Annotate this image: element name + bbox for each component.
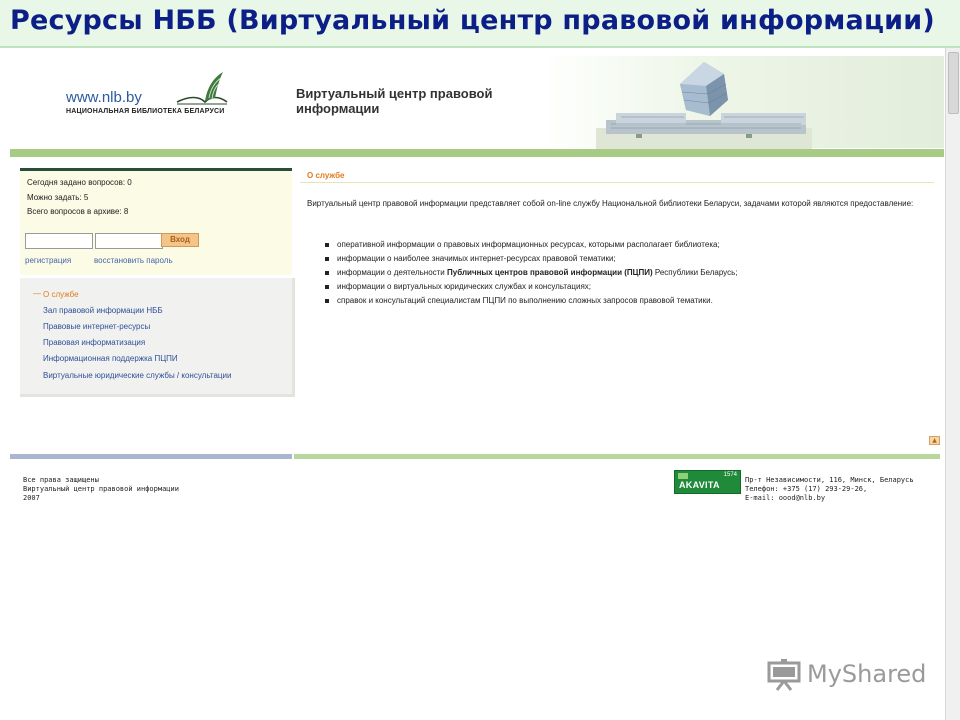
site-title: Виртуальный центр правовой информации — [296, 86, 536, 116]
sidebar-item-informatization[interactable]: Правовая информатизация — [43, 338, 145, 347]
bullet-bold-text: Публичных центров правовой информации (П… — [447, 268, 653, 277]
footer-email[interactable]: E-mail: oood@nlb.by — [745, 494, 914, 503]
nav-active-marker: — — [33, 289, 41, 298]
header-divider — [10, 149, 944, 157]
slide-header: Ресурсы НББ (Виртуальный центр правовой … — [0, 0, 960, 48]
footer-phone: Телефон: +375 (17) 293-29-26, — [745, 485, 868, 493]
sidebar-item-about[interactable]: О службе — [43, 290, 79, 299]
footer-divider-left — [10, 454, 292, 459]
bullet-text: информации о виртуальных юридических слу… — [337, 282, 592, 291]
restore-password-link[interactable]: восстановить пароль — [94, 256, 173, 265]
bullet-text: оперативной информации о правовых информ… — [337, 240, 720, 249]
footer-line: Виртуальный центр правовой информации — [23, 485, 179, 493]
login-button[interactable]: Вход — [161, 233, 199, 247]
stat-can-ask: Можно задать: 5 — [27, 193, 89, 202]
bullet-text-tail: Республики Беларусь; — [652, 268, 738, 277]
bullet-text: информации о деятельности — [337, 268, 447, 277]
list-item: информации о наиболее значимых интернет-… — [325, 252, 925, 266]
stat-archive-total: Всего вопросов в архиве: 8 — [27, 207, 129, 216]
list-item: оперативной информации о правовых информ… — [325, 238, 925, 252]
scrollbar-thumb[interactable] — [948, 52, 959, 114]
sidebar-item-virtual-services[interactable]: Виртуальные юридические службы / консуль… — [43, 371, 231, 380]
content-bullet-list: оперативной информации о правовых информ… — [325, 238, 925, 308]
arrow-up-icon[interactable]: ▲ — [929, 436, 940, 445]
akavita-emblem-icon — [678, 473, 688, 479]
content-title-rule — [300, 182, 934, 183]
slide-title: Ресурсы НББ (Виртуальный центр правовой … — [10, 5, 935, 36]
bullet-text: информации о наиболее значимых интернет-… — [337, 254, 616, 263]
list-item: справок и консультаций специалистам ПЦПИ… — [325, 294, 925, 308]
password-input[interactable] — [95, 233, 163, 249]
footer-divider-right — [294, 454, 940, 459]
sidebar-item-internet-resources[interactable]: Правовые интернет-ресурсы — [43, 322, 150, 331]
counter-name: AKAVITA — [679, 480, 720, 490]
footer-address: Пр-т Независимости, 116, Минск, Беларусь — [745, 476, 914, 484]
footer-copyright: Все права защищены Виртуальный центр пра… — [23, 476, 179, 503]
sidebar-item-pcpi-support[interactable]: Информационная поддержка ПЦПИ — [43, 354, 178, 363]
list-item: информации о деятельности Публичных цент… — [325, 266, 925, 280]
site-title-line1: Виртуальный центр правовой — [296, 86, 493, 101]
content-title: О службе — [307, 171, 345, 180]
stat-asked-today: Сегодня задано вопросов: 0 — [27, 178, 132, 187]
list-item: информации о виртуальных юридических слу… — [325, 280, 925, 294]
book-wing-icon — [176, 72, 228, 105]
content-intro: Виртуальный центр правовой информации пр… — [307, 199, 914, 208]
site-title-line2: информации — [296, 101, 380, 116]
library-building-image — [596, 62, 812, 150]
watermark-text: MyShared — [807, 660, 927, 688]
presentation-screen-icon — [767, 659, 801, 691]
logo-subtitle: НАЦИОНАЛЬНАЯ БИБЛИОТЕКА БЕЛАРУСИ — [66, 108, 225, 115]
footer-line: Все права защищены — [23, 476, 99, 484]
vertical-scrollbar[interactable] — [945, 48, 960, 720]
counter-number: 1574 — [723, 472, 737, 478]
footer-line: 2007 — [23, 494, 40, 502]
bullet-text: справок и консультаций специалистам ПЦПИ… — [337, 296, 713, 305]
akavita-counter-badge[interactable]: 1574 AKAVITA — [674, 470, 741, 494]
logo-url-link[interactable]: www.nlb.by — [66, 89, 142, 106]
sidebar-item-legal-hall[interactable]: Зал правовой информации НББ — [43, 306, 163, 315]
login-input[interactable] — [25, 233, 93, 249]
footer-contacts: Пр-т Независимости, 116, Минск, Беларусь… — [745, 476, 914, 503]
register-link[interactable]: регистрация — [25, 256, 71, 265]
